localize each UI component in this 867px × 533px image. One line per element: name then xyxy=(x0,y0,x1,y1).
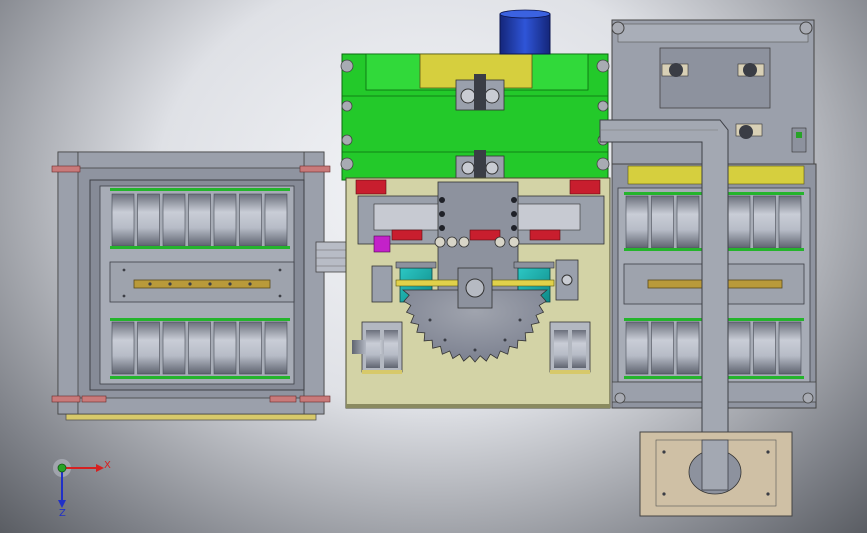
red-gripper-pads xyxy=(391,229,561,241)
z-axis-label: Z xyxy=(59,508,66,519)
z-arrowhead xyxy=(58,500,66,508)
magenta-sensor xyxy=(373,235,391,253)
left-conveyor-module xyxy=(51,151,365,421)
conveyor-roller xyxy=(162,321,186,375)
conveyor-roller xyxy=(625,321,649,375)
conveyor-roller xyxy=(137,193,160,247)
conveyor-roller xyxy=(651,195,674,249)
conveyor-roller xyxy=(753,195,776,249)
coordinate-triad: X Z xyxy=(53,459,111,519)
center-bottom-rollers-right xyxy=(549,321,591,374)
conveyor-roller xyxy=(651,321,674,375)
cad-assembly-top-view: X Z xyxy=(51,9,817,519)
conveyor-roller xyxy=(239,321,262,375)
conveyor-roller xyxy=(213,193,237,247)
conveyor-roller xyxy=(727,321,751,375)
conveyor-roller xyxy=(676,321,700,375)
x-axis-label: X xyxy=(104,460,111,471)
conveyor-roller xyxy=(213,321,237,375)
conveyor-roller xyxy=(778,321,802,375)
conveyor-roller xyxy=(727,195,751,249)
conveyor-roller xyxy=(188,193,211,247)
left-roller-bank-bottom xyxy=(111,321,288,375)
conveyor-roller xyxy=(676,195,700,249)
conveyor-roller xyxy=(111,321,135,375)
right-module xyxy=(599,19,817,517)
conveyor-roller xyxy=(778,195,802,249)
left-roller-bank-top xyxy=(111,193,288,247)
x-arrowhead xyxy=(96,464,104,472)
conveyor-roller xyxy=(625,195,649,249)
blue-motor xyxy=(499,13,551,55)
conveyor-roller xyxy=(162,193,186,247)
right-pulley-left xyxy=(661,63,689,77)
conveyor-roller xyxy=(264,321,288,375)
conveyor-roller xyxy=(137,321,160,375)
conveyor-roller xyxy=(753,321,776,375)
center-module xyxy=(340,9,611,409)
conveyor-roller xyxy=(239,193,262,247)
conveyor-roller xyxy=(264,193,288,247)
y-axis-origin xyxy=(57,463,67,473)
conveyor-roller xyxy=(111,193,135,247)
conveyor-roller xyxy=(188,321,211,375)
